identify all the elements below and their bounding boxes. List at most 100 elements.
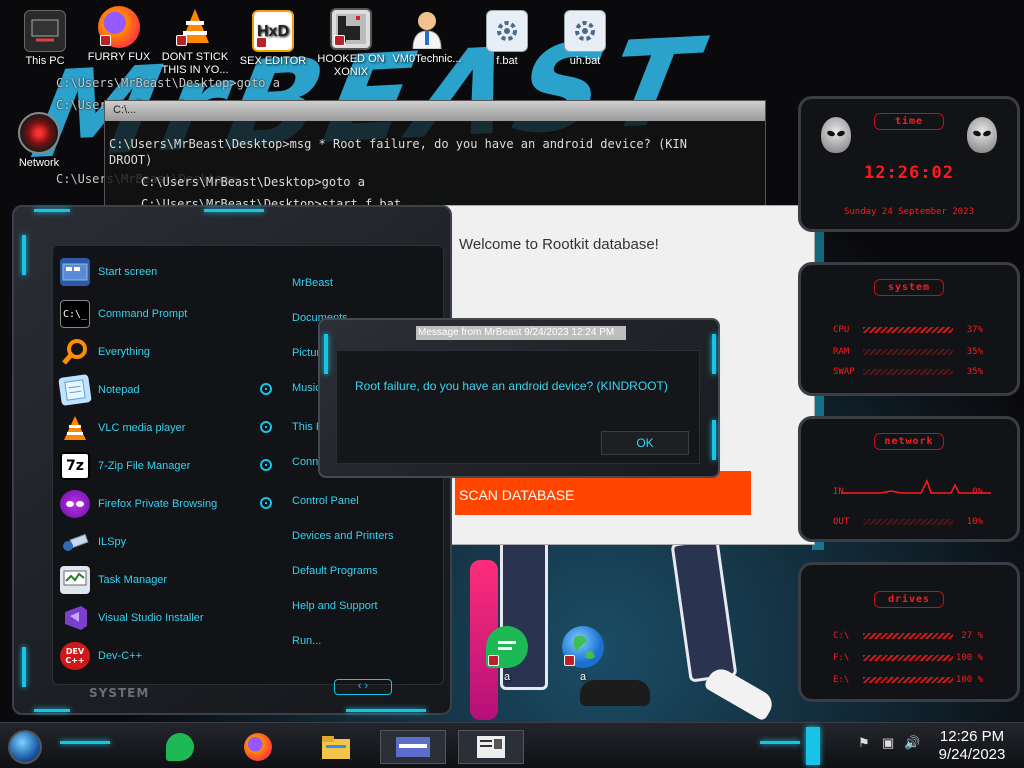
desktop-icon-label: SEX EDITOR (239, 55, 307, 67)
figure-leg-right (670, 537, 738, 683)
network-icon (18, 112, 60, 154)
desktop-icon-hooked-on-xonix[interactable]: HOOKED ON XONIX (312, 8, 390, 79)
start-item-label: Visual Studio Installer (98, 612, 204, 624)
scan-heading: Welcome to Rootkit database! (459, 236, 659, 253)
start-link-mrbeast[interactable]: MrBeast (292, 277, 333, 289)
network-tray-icon[interactable]: ▣ (882, 735, 894, 751)
meter-value: 100 % (955, 653, 983, 663)
submenu-arrow-icon[interactable] (260, 497, 272, 509)
meter-bar (863, 655, 953, 661)
notepad-icon (58, 374, 92, 406)
desktop-icon-f-bat[interactable]: f.bat (468, 10, 546, 68)
start-item-task-manager[interactable]: Task Manager (60, 563, 265, 597)
alien-icon (821, 117, 851, 153)
system-gadget: SYSTEM CPU 37% RAM 35% SWAP 35% (798, 262, 1020, 396)
desktop-icon-dont-stick[interactable]: DONT STICK THIS IN YO... (156, 6, 234, 77)
console-titlebar[interactable]: C:\... (105, 101, 765, 121)
time-gadget: TIME 12:26:02 Sunday 24 September 2023 (798, 96, 1020, 232)
start-item-start-screen[interactable]: Start screen (60, 255, 265, 289)
ram-meter: RAM 35% (833, 347, 983, 357)
desktop-icon-vm0technic[interactable]: VM0Technic... (388, 8, 466, 66)
system-gadget-header: SYSTEM (874, 279, 944, 296)
desktop-icon-a-notepad[interactable]: a (468, 626, 546, 684)
start-item-notepad[interactable]: Notepad (58, 373, 265, 407)
taskbar-app-file-explorer[interactable] (314, 730, 358, 764)
desktop-icon-furry-fux[interactable]: FURRY FUX (80, 6, 158, 64)
start-item-7zip[interactable]: 7z 7-Zip File Manager (60, 449, 265, 483)
volume-icon[interactable]: 🔊 (904, 735, 920, 751)
start-menu-nav-button[interactable]: ‹ › (334, 679, 392, 695)
meter-label: IN (833, 487, 844, 497)
start-link-run[interactable]: Run... (292, 635, 321, 647)
start-item-vlc[interactable]: VLC media player (60, 411, 265, 445)
taskbar-accent (760, 741, 800, 744)
message-box-accent (712, 420, 716, 460)
desktop-icon-a-globe[interactable]: a (544, 626, 622, 684)
taskbar-app-firefox[interactable] (236, 730, 280, 764)
batch-gear-icon (486, 10, 528, 52)
taskbar-app-notepad[interactable] (158, 730, 202, 764)
meter-label: SWAP (833, 367, 855, 377)
start-item-command-prompt[interactable]: C:\_ Command Prompt (60, 297, 265, 331)
submenu-arrow-icon[interactable] (260, 421, 272, 433)
start-link-devices-printers[interactable]: Devices and Printers (292, 530, 394, 542)
desktop-icon-label: HOOKED ON XONIX (317, 53, 385, 78)
start-link-help-support[interactable]: Help and Support (292, 600, 378, 612)
drive-e-meter: E:\ 100 % (833, 675, 983, 685)
message-box-body: Root failure, do you have an android dev… (336, 350, 700, 464)
submenu-arrow-icon[interactable] (260, 383, 272, 395)
desktop-icon-label: uh.bat (569, 55, 601, 67)
start-button[interactable] (8, 730, 42, 764)
meter-value: 0% (972, 487, 983, 497)
taskbar-window-1[interactable] (380, 730, 446, 764)
desktop-icon-sex-editor[interactable]: HxD SEX EDITOR (234, 10, 312, 68)
gadget-date: Sunday 24 September 2023 (843, 207, 975, 217)
task-manager-icon (60, 566, 90, 594)
firefox-private-icon (60, 490, 90, 518)
desktop-icon-uh-bat[interactable]: uh.bat (546, 10, 624, 68)
drives-gadget-header: DRIVES (874, 591, 944, 608)
start-link-default-programs[interactable]: Default Programs (292, 565, 378, 577)
taskbar-date: 9/24/2023 (938, 746, 1006, 763)
message-box[interactable]: Message from MrBeast 9/24/2023 12:24 PM … (318, 318, 720, 478)
window-thumbnail-icon (396, 737, 430, 757)
desktop-icon-network[interactable]: Network (0, 112, 78, 170)
start-item-ilspy[interactable]: ILSpy (60, 525, 265, 559)
show-desktop-button[interactable] (806, 727, 820, 765)
start-item-visual-studio-installer[interactable]: Visual Studio Installer (60, 601, 265, 635)
desktop-icon-label: VM0Technic... (392, 53, 462, 65)
net-in-meter: IN 0% (833, 487, 983, 497)
submenu-arrow-icon[interactable] (260, 459, 272, 471)
desktop-icon-label: a (503, 671, 511, 683)
time-gadget-header: TIME (874, 113, 944, 130)
meter-bar (863, 677, 953, 683)
desktop-icon-label: Network (18, 157, 60, 169)
start-item-firefox-private[interactable]: Firefox Private Browsing (60, 487, 265, 521)
flag-icon[interactable]: ⚑ (858, 735, 870, 751)
firefox-icon (98, 6, 140, 48)
vlc-cone-icon (174, 6, 216, 48)
desktop-icon-this-pc[interactable]: This PC (6, 10, 84, 68)
devcpp-icon: DEV C++ (60, 642, 90, 670)
meter-label: OUT (833, 517, 850, 527)
start-item-devcpp[interactable]: DEV C++ Dev-C++ (60, 639, 265, 673)
meter-bar (863, 327, 953, 333)
start-link-control-panel[interactable]: Control Panel (292, 495, 359, 507)
batch-gear-icon (564, 10, 606, 52)
start-item-everything[interactable]: Everything (60, 335, 265, 369)
taskbar-clock[interactable]: 12:26 PM 9/24/2023 (932, 728, 1012, 764)
meter-value: 100 % (955, 675, 983, 685)
command-prompt-window[interactable]: C:\... C:\Users\MrBeast\Desktop>msg * Ro… (104, 100, 766, 211)
ok-button[interactable]: OK (601, 431, 689, 455)
start-link-music[interactable]: Music (292, 382, 321, 394)
start-menu-accent (346, 709, 426, 712)
drives-gadget: DRIVES C:\ 27 % F:\ 100 % E:\ 100 % (798, 562, 1020, 702)
globe-icon (562, 626, 604, 668)
taskbar-window-2[interactable] (458, 730, 524, 764)
hxd-icon: HxD (252, 10, 294, 52)
start-item-label: Firefox Private Browsing (98, 498, 218, 510)
computer-icon (24, 10, 66, 52)
console-line: C:\Users\MrBeast\Desktop>msg * Root fail… (109, 137, 687, 151)
swap-meter: SWAP 35% (833, 367, 983, 377)
start-menu-accent (22, 235, 26, 275)
